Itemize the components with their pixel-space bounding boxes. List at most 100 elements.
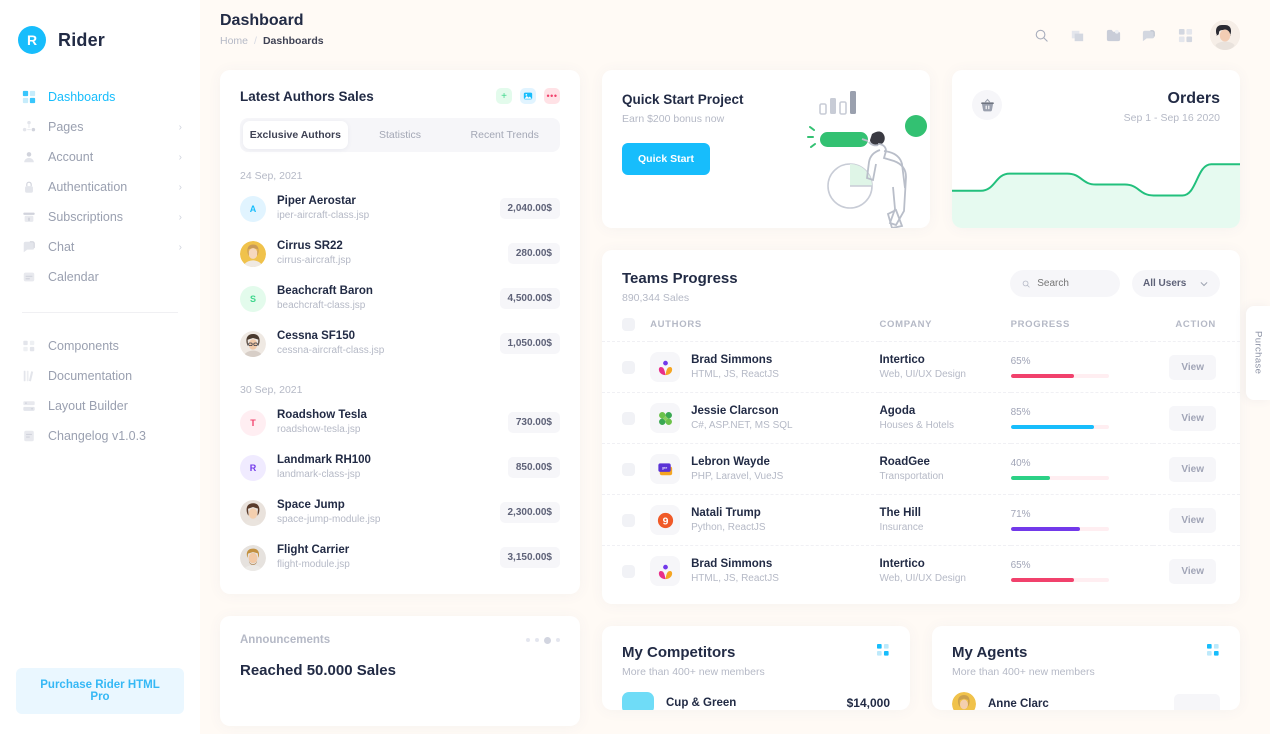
progress-bar [1010,578,1109,582]
tab-exclusive-authors[interactable]: Exclusive Authors [243,121,348,149]
chevron-right-icon: › [178,181,182,193]
progress-cell: 65% [1010,545,1153,596]
sidebar-item-account[interactable]: Account › [0,142,200,172]
author-file: cirrus-aircraft.jsp [277,255,351,266]
avatar[interactable] [1210,20,1240,50]
sidebar-item-components[interactable]: Components [0,331,200,361]
more-icon[interactable]: ••• [544,88,560,104]
sidebar-item-subscriptions[interactable]: Subscriptions › [0,202,200,232]
row-checkbox[interactable] [622,411,635,425]
quick-start-button[interactable]: Quick Start [622,143,711,175]
grid-icon[interactable] [1174,24,1196,46]
list-item[interactable]: Space Jump space-jump-module.jsp 2,300.0… [220,490,580,535]
company-cell: Agoda Houses & Hotels [879,392,1011,444]
list-item[interactable]: Flight Carrier flight-module.jsp 3,150.0… [220,535,580,580]
view-button[interactable]: View [1169,456,1216,482]
author-file: space-jump-module.jsp [277,514,381,525]
author-cell: Brad Simmons HTML, JS, ReactJS [650,341,880,393]
sidebar-item-changelog[interactable]: Changelog v1.0.3 [0,421,200,451]
table-row[interactable]: Jessie Clarcson C#, ASP.NET, MS SQL Agod… [602,392,1240,444]
carousel-dot[interactable] [556,638,560,642]
row-select-cell [602,545,651,596]
agent-action-placeholder[interactable] [1174,694,1220,710]
agent-row[interactable]: Anne Clarc [952,692,1220,710]
list-item[interactable]: S Beachcraft Baron beachcraft-class.jsp … [220,276,580,321]
amount-badge: 4,500.00$ [499,288,560,309]
sidebar-item-label: Dashboards [48,90,116,104]
list-item[interactable]: Cessna SF150 cessna-aircraft-class.jsp 1… [220,321,580,366]
select-all-checkbox[interactable] [622,318,635,331]
purchase-side-tab[interactable]: Purchase [1246,306,1270,400]
amount-badge: 1,050.00$ [499,333,560,354]
plus-icon[interactable]: + [496,88,512,104]
sidebar-item-dashboards[interactable]: Dashboards [0,82,200,112]
progress-cell: 40% [1010,443,1153,495]
list-item[interactable]: T Roadshow Tesla roadshow-tesla.jsp 730.… [220,400,580,445]
row-checkbox[interactable] [622,462,635,476]
user-filter-label: All Users [1143,278,1187,289]
chevron-right-icon: › [178,211,182,223]
sidebar-item-chat[interactable]: Chat › [0,232,200,262]
grid-dots-icon[interactable] [877,644,890,657]
list-item[interactable]: Cirrus SR22 cirrus-aircraft.jsp 280.00$ [220,231,580,276]
row-select-cell [602,392,651,444]
list-item[interactable]: A Piper Aerostar iper-aircraft-class.jsp… [220,186,580,231]
latest-authors-sales-card: Latest Authors Sales + ••• Exclusive Aut… [220,70,580,594]
sidebar-item-authentication[interactable]: Authentication › [0,172,200,202]
avatar: S [240,285,266,312]
sidebar-item-calendar[interactable]: Calendar [0,262,200,292]
tab-statistics[interactable]: Statistics [348,121,453,149]
carousel-dot[interactable] [535,638,539,642]
sidebar-item-label: Changelog v1.0.3 [48,429,146,443]
search-input[interactable] [1037,278,1108,289]
folder-icon[interactable] [1102,24,1124,46]
author-name: Brad Simmons [691,557,773,570]
avatar [240,240,266,267]
search-box[interactable] [1010,270,1120,297]
sidebar-item-layout-builder[interactable]: Layout Builder [0,391,200,421]
list-item-text: Beachcraft Baron beachcraft-class.jsp [277,284,489,313]
carousel-dots[interactable] [526,636,560,644]
author-name: Piper Aerostar [277,195,356,207]
row-checkbox[interactable] [622,360,635,374]
user-filter-select[interactable]: All Users [1132,270,1220,297]
breadcrumb-home[interactable]: Home [220,35,248,47]
row-checkbox[interactable] [622,564,635,578]
quick-start-card: Quick Start Project Earn $200 bonus now … [602,70,930,228]
row-checkbox[interactable] [622,513,635,527]
sidebar: R Rider Dashboards Pages › Account › Aut… [0,0,200,734]
list-item[interactable]: R Landmark RH100 landmark-class-jsp 850.… [220,445,580,490]
grid-dots-icon[interactable] [1207,644,1220,657]
layers-icon[interactable] [1066,24,1088,46]
column-progress: PROGRESS [1010,319,1071,330]
sidebar-item-pages[interactable]: Pages › [0,112,200,142]
view-button[interactable]: View [1169,405,1216,431]
table-row[interactable]: Brad Simmons HTML, JS, ReactJS Intertico… [602,545,1240,596]
progress-bar [1010,476,1109,480]
view-button[interactable]: View [1169,558,1216,584]
column-company: COMPANY [879,319,933,330]
image-icon[interactable] [520,88,536,104]
company-name: RoadGee [879,455,930,468]
progress-cell: 85% [1010,392,1153,444]
agoda-logo [650,403,681,433]
view-button[interactable]: View [1169,507,1216,533]
purchase-pro-button[interactable]: Purchase Rider HTML Pro [16,668,184,714]
carousel-dot-active[interactable] [544,636,551,644]
competitor-row[interactable]: Cup & Green $14,000 [622,692,890,710]
view-button[interactable]: View [1169,354,1216,380]
chat-bubble-icon[interactable] [1138,24,1160,46]
table-row[interactable]: gee Lebron Wayde PHP, Laravel, VueJS Roa… [602,443,1240,495]
announcements-header: Announcements [220,616,580,646]
sidebar-item-label: Subscriptions [48,210,124,224]
table-row[interactable]: Brad Simmons HTML, JS, ReactJS Intertico… [602,341,1240,393]
search-icon[interactable] [1030,24,1052,46]
table-row[interactable]: 9 Natali Trump Python, ReactJS The Hill … [602,494,1240,546]
brand[interactable]: R Rider [0,0,200,62]
company-industry: Web, UI/UX Design [879,368,966,380]
sidebar-item-documentation[interactable]: Documentation [0,361,200,391]
tab-recent-trends[interactable]: Recent Trends [452,121,557,149]
carousel-dot[interactable] [526,638,530,642]
lock-icon [25,181,33,193]
account-icon [24,152,34,163]
